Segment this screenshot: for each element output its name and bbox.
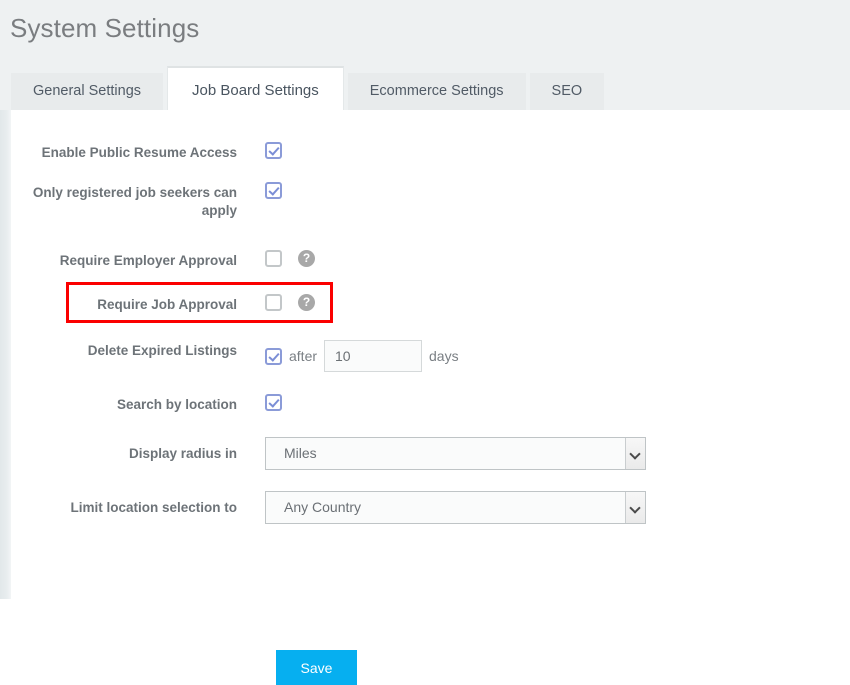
label-display-radius: Display radius in	[128, 446, 237, 461]
control-display-radius: Miles	[265, 437, 646, 470]
chevron-down-icon[interactable]	[625, 492, 645, 523]
select-limit-location[interactable]: Any Country	[265, 491, 646, 524]
label-require-job-approval: Require Job Approval	[97, 297, 237, 312]
tab-ecommerce-settings[interactable]: Ecommerce Settings	[347, 73, 526, 110]
label-search-by-location: Search by location	[116, 397, 237, 412]
row-search-by-location: Search by location	[11, 394, 282, 414]
row-require-employer-approval: Require Employer Approval ?	[11, 250, 315, 270]
checkbox-require-job-approval[interactable]	[265, 294, 282, 311]
tab-job-board-settings[interactable]: Job Board Settings	[167, 66, 344, 110]
chevron-down-icon[interactable]	[625, 438, 645, 469]
control-limit-location-selection: Any Country	[265, 491, 646, 524]
row-limit-location-selection: Limit location selection to Any Country	[11, 491, 646, 524]
control-require-employer-approval: ?	[265, 250, 315, 267]
tab-seo[interactable]: SEO	[529, 73, 605, 110]
left-gutter-strip	[0, 110, 11, 599]
control-search-by-location	[265, 394, 282, 411]
row-display-radius: Display radius in Miles	[11, 437, 646, 470]
tab-general-settings[interactable]: General Settings	[11, 73, 164, 110]
row-delete-expired-listings: Delete Expired Listings after days	[11, 340, 466, 372]
page-title: System Settings	[10, 13, 200, 43]
control-enable-public-resume-access	[265, 142, 282, 159]
select-display-radius[interactable]: Miles	[265, 437, 646, 470]
text-days: days	[429, 348, 459, 364]
control-only-registered-job-seekers	[265, 182, 282, 199]
label-enable-public-resume-access: Enable Public Resume Access	[41, 145, 237, 160]
row-only-registered-job-seekers: Only registered job seekers can apply	[11, 182, 282, 220]
select-limit-location-value: Any Country	[284, 499, 362, 515]
row-enable-public-resume-access: Enable Public Resume Access	[11, 142, 282, 162]
job-board-settings-panel: Enable Public Resume Access Only registe…	[11, 110, 850, 685]
settings-tab-bar: General Settings Job Board Settings Ecom…	[11, 66, 608, 110]
checkbox-require-employer-approval[interactable]	[265, 250, 282, 267]
system-settings-page: System Settings General Settings Job Boa…	[0, 0, 850, 685]
label-require-employer-approval: Require Employer Approval	[59, 253, 237, 268]
checkbox-delete-expired-listings[interactable]	[265, 347, 282, 365]
input-expiry-days[interactable]	[324, 340, 423, 372]
label-delete-expired-listings: Delete Expired Listings	[87, 343, 237, 358]
control-require-job-approval: ?	[265, 294, 315, 311]
select-display-radius-value: Miles	[284, 445, 317, 461]
help-icon-require-job-approval[interactable]: ?	[298, 294, 315, 311]
control-delete-expired-listings: after days	[265, 340, 466, 372]
row-require-job-approval: Require Job Approval ?	[11, 294, 315, 314]
label-only-registered-job-seekers: Only registered job seekers can apply	[32, 185, 237, 218]
save-button[interactable]: Save	[276, 650, 357, 685]
checkbox-enable-public-resume-access[interactable]	[265, 142, 282, 159]
text-after: after	[289, 348, 318, 364]
checkbox-only-registered-job-seekers[interactable]	[265, 182, 282, 199]
help-icon-require-employer-approval[interactable]: ?	[298, 250, 315, 267]
checkbox-search-by-location[interactable]	[265, 394, 282, 411]
label-limit-location-selection: Limit location selection to	[70, 500, 237, 515]
